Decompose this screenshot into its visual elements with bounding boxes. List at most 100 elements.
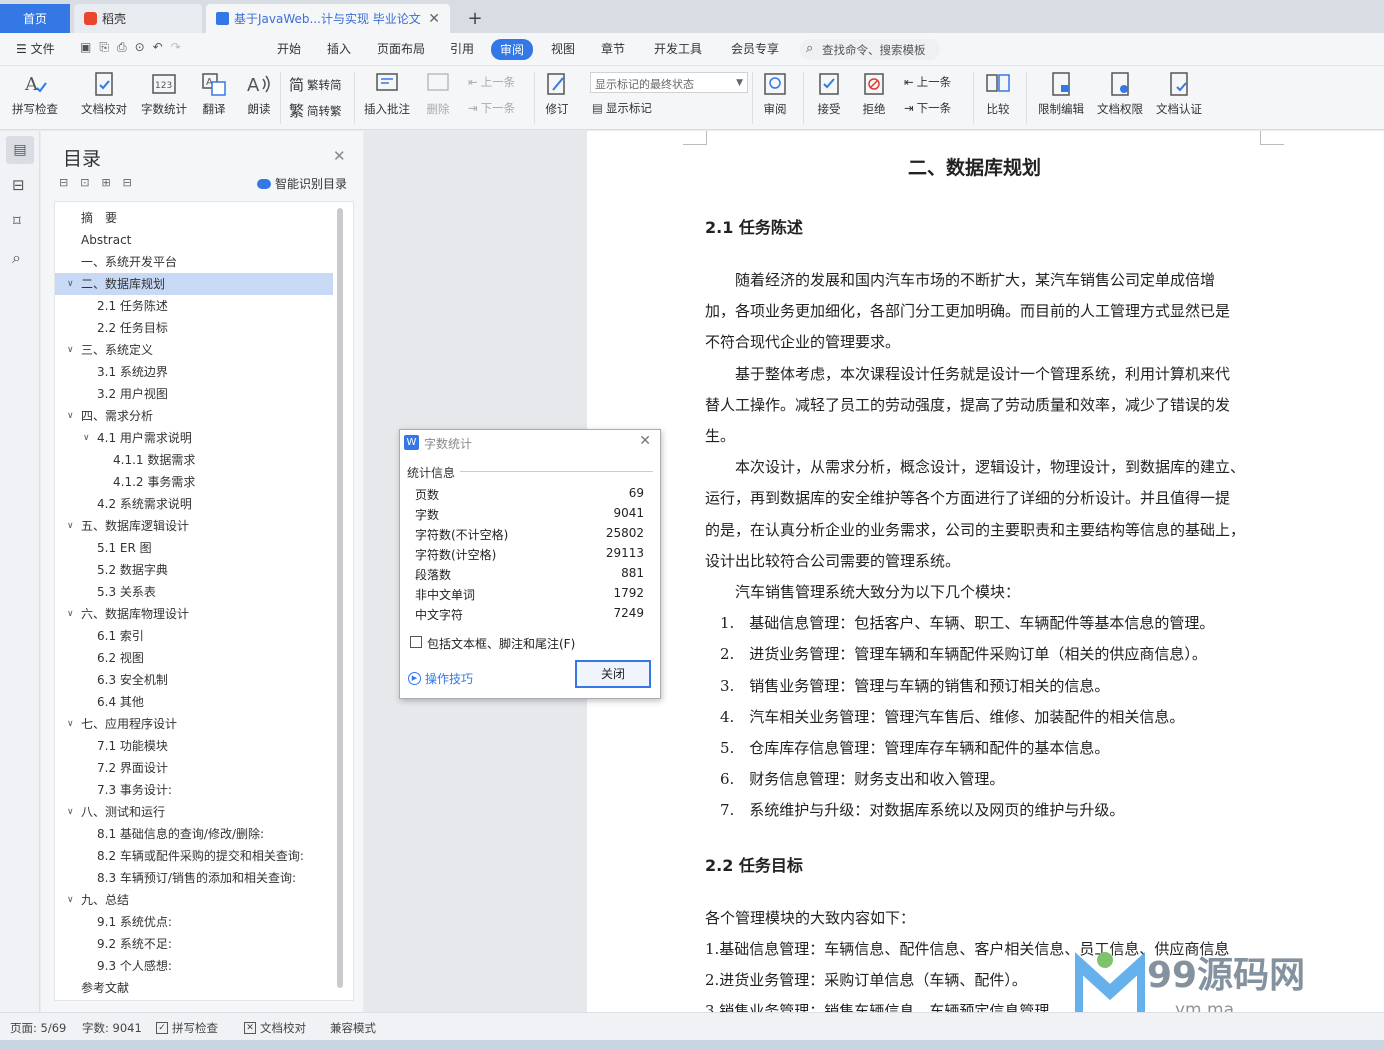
toc-item[interactable]: 9.2 系统不足: [55,933,333,955]
chevron-down-icon[interactable]: ∨ [67,515,74,537]
show-markup-button[interactable]: ▤ 显示标记 [592,100,652,116]
prev-comment-button[interactable]: ⇤ 上一条 [468,74,515,90]
include-footnotes-checkbox[interactable] [410,636,422,648]
toc-item[interactable]: 6.3 安全机制 [55,669,333,691]
toc-item[interactable]: 6.1 索引 [55,625,333,647]
chevron-down-icon[interactable]: ∨ [67,603,74,625]
menu-layout[interactable]: 页面布局 [377,40,425,57]
status-proofread[interactable]: ✕ 文档校对 [244,1020,306,1036]
find-icon[interactable]: ⌕ [12,248,21,268]
toc-item[interactable]: ∨ 八、测试和运行 [55,801,333,823]
toc-item[interactable]: ∨ 四、需求分析 [55,405,333,427]
accept-button[interactable]: 接受 [815,70,843,117]
toc-item[interactable]: ∨ 三、系统定义 [55,339,333,361]
collapse-icon[interactable]: ⊡ [80,176,89,189]
toc-item[interactable]: 9.3 个人感想: [55,955,333,977]
tips-link[interactable]: ▶ 操作技巧 [408,670,473,687]
page-indicator[interactable]: 页面: 5/69 [10,1020,66,1036]
toc-item[interactable]: 3.2 用户视图 [55,383,333,405]
remove-item-icon[interactable]: ⊟ [123,176,132,189]
chevron-down-icon[interactable]: ∨ [83,427,90,449]
toc-item[interactable]: 8.1 基础信息的查询/修改/删除: [55,823,333,845]
toc-item[interactable]: ∨ 4.1 用户需求说明 [55,427,333,449]
menu-start[interactable]: 开始 [277,40,301,57]
simp-to-trad-button[interactable]: 繁简转繁 [289,100,342,121]
menu-review[interactable]: 审阅 [491,39,534,60]
tab-home[interactable]: 首页 [0,4,70,33]
toc-item[interactable]: 8.2 车辆或配件采购的提交和相关查询: [55,845,333,867]
outline-icon[interactable]: ⊟ [12,176,25,194]
toc-item[interactable]: 2.1 任务陈述 [55,295,333,317]
next-change-button[interactable]: ⇥ 下一条 [904,100,951,116]
read-aloud-button[interactable]: A 朗读 [245,70,273,117]
prev-change-button[interactable]: ⇤ 上一条 [904,74,951,90]
close-icon[interactable]: ✕ [333,147,346,165]
toc-item[interactable]: ∨ 六、数据库物理设计 [55,603,333,625]
redo-icon[interactable]: ↷ [171,40,189,54]
menu-member[interactable]: 会员专享 [731,40,779,57]
export-icon[interactable]: ⎘ [99,40,117,54]
toc-item[interactable]: ∨ 二、数据库规划 [55,273,333,295]
toc-pane-icon[interactable]: ▤ [6,136,34,164]
toc-item[interactable]: 4.2 系统需求说明 [55,493,333,515]
quick-access-toolbar[interactable]: ▣⎘⎙⊙↶↷ [80,40,189,55]
insert-comment-button[interactable]: 插入批注 [364,70,410,117]
markup-state-select[interactable]: 显示标记的最终状态 ▼ [590,72,748,93]
bookmark-icon[interactable]: ⌑ [13,212,21,230]
undo-icon[interactable]: ↶ [153,40,171,54]
reject-button[interactable]: 拒绝 [860,70,888,117]
chevron-down-icon[interactable]: ∨ [67,713,74,735]
spellcheck-button[interactable]: A 拼写检查 [12,70,58,117]
chevron-down-icon[interactable]: ∨ [67,801,74,823]
toc-item[interactable]: 7.3 事务设计: [55,779,333,801]
chevron-down-icon[interactable]: ∨ [67,339,74,361]
doc-permission-button[interactable]: 文档权限 [1097,70,1143,117]
toc-item[interactable]: ∨ 七、应用程序设计 [55,713,333,735]
file-menu[interactable]: ☰ 文件 [16,40,55,57]
restrict-edit-button[interactable]: 限制编辑 [1038,70,1084,117]
chevron-down-icon[interactable]: ∨ [67,273,74,295]
toc-item[interactable]: 6.4 其他 [55,691,333,713]
compare-button[interactable]: 比较 [984,70,1012,117]
word-count-indicator[interactable]: 字数: 9041 [82,1020,142,1036]
chevron-down-icon[interactable]: ∨ [67,889,74,911]
doccheck-button[interactable]: 文档校对 [81,70,127,117]
toc-item[interactable]: 5.3 关系表 [55,581,333,603]
status-spellcheck[interactable]: ✓ 拼写检查 [156,1020,218,1036]
tab-daoke[interactable]: 稻壳 [74,4,202,33]
save-icon[interactable]: ▣ [80,40,99,54]
review-pane-button[interactable]: 审阅 [761,70,789,117]
tab-document[interactable]: 基于JavaWeb...计与实现 毕业论文 ✕ [206,4,450,33]
toc-item[interactable]: 参考文献 [55,977,333,999]
toc-item[interactable]: 9.1 系统优点: [55,911,333,933]
doc-certify-button[interactable]: 文档认证 [1156,70,1202,117]
include-footnotes-label[interactable]: 包括文本框、脚注和尾注(F) [427,635,575,652]
toc-item[interactable]: 8.3 车辆预订/销售的添加和相关查询: [55,867,333,889]
toc-item[interactable]: 7.2 界面设计 [55,757,333,779]
chevron-down-icon[interactable]: ∨ [67,405,74,427]
close-tab-icon[interactable]: ✕ [428,11,440,27]
toc-item[interactable]: 5.1 ER 图 [55,537,333,559]
toc-item[interactable]: 一、系统开发平台 [55,251,333,273]
toc-item[interactable]: ∨ 九、总结 [55,889,333,911]
toc-item[interactable]: 2.2 任务目标 [55,317,333,339]
menu-view[interactable]: 视图 [551,40,575,57]
preview-icon[interactable]: ⊙ [135,40,153,54]
toc-item[interactable]: 摘 要 [55,207,333,229]
translate-button[interactable]: A 翻译 [200,70,228,117]
toc-item[interactable]: 4.1.2 事务需求 [55,471,333,493]
new-tab-button[interactable]: + [460,4,490,33]
toc-item[interactable]: 6.2 视图 [55,647,333,669]
toc-item[interactable]: 7.1 功能模块 [55,735,333,757]
menu-insert[interactable]: 插入 [327,40,351,57]
toc-item[interactable]: 5.2 数据字典 [55,559,333,581]
delete-comment-button[interactable]: 删除 [424,70,452,117]
trad-to-simp-button[interactable]: 简繁转简 [289,74,342,95]
toc-scrollbar[interactable] [337,208,343,988]
command-search-input[interactable]: ⌕ 查找命令、搜索模板 [800,39,940,60]
toc-item[interactable]: 4.1.1 数据需求 [55,449,333,471]
revise-button[interactable]: 修订 [543,70,571,117]
menu-chapter[interactable]: 章节 [601,40,625,57]
dialog-close-icon[interactable]: ✕ [639,433,651,449]
document-page[interactable]: 二、数据库规划 2.1 任务陈述 随着经济的发展和国内汽车市场的不断扩大，某汽车… [587,131,1384,1020]
